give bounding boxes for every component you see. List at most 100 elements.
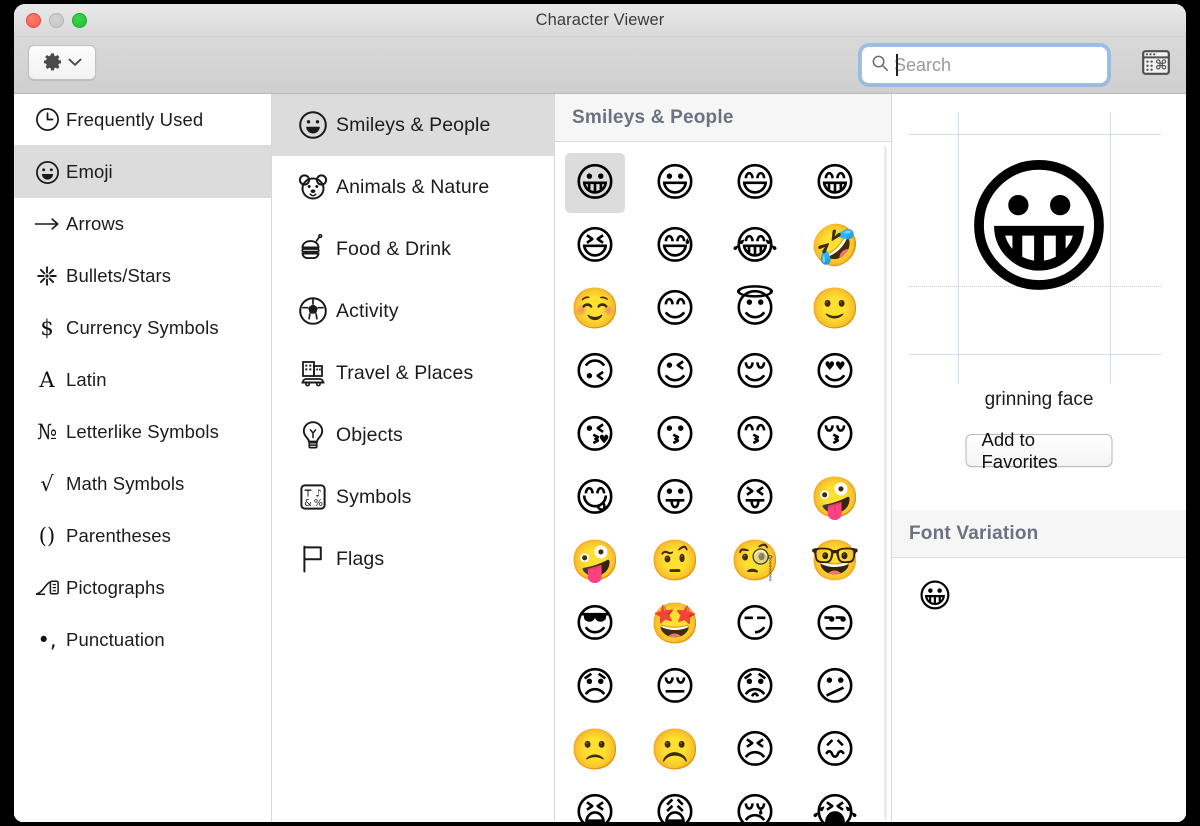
emoji-cell[interactable]: ☹️ [635,718,715,781]
sidebar-item-label: Bullets/Stars [66,265,171,287]
emoji-cell[interactable]: 😭 [795,781,875,822]
emoji-cell[interactable]: 😕 [795,655,875,718]
emoji-cell[interactable]: 😒 [795,592,875,655]
emoji-cell[interactable]: 🤪 [555,529,635,592]
emoji-cell[interactable]: 😏 [715,592,795,655]
sidebar-item-math-symbols[interactable]: √ Math Symbols [14,458,271,510]
emoji-cell[interactable]: 😇 [715,277,795,340]
emoji-cell[interactable]: 😢 [715,781,795,822]
emoji-cell[interactable]: 🧐 [715,529,795,592]
sidebar-item-emoji[interactable]: Emoji [14,146,271,198]
city-car-icon [289,358,336,388]
clock-icon [28,107,66,132]
svg-text:⌘: ⌘ [1155,57,1168,73]
emoji-cell[interactable]: 🤪 [795,466,875,529]
punctuation-icon: •, [28,630,66,651]
emoji-glyph: 🤪 [565,531,625,591]
emoji-cell[interactable]: 😞 [555,655,635,718]
emoji-cell[interactable]: 🙃 [555,340,635,403]
emoji-cell[interactable]: 😎 [555,592,635,655]
emoji-glyph: 😂 [725,216,785,276]
emoji-glyph: 😩 [645,783,705,823]
sidebar-item-letterlike-symbols[interactable]: № Letterlike Symbols [14,406,271,458]
main-content: Frequently Used Emoji [14,94,1186,822]
emoji-cell[interactable]: 😄 [715,151,795,214]
letter-a-icon: A [28,370,66,391]
add-to-favorites-button[interactable]: Add to Favorites [966,434,1113,467]
sidebar-item-currency-symbols[interactable]: $ Currency Symbols [14,302,271,354]
emoji-cell[interactable]: 😛 [635,466,715,529]
category-item-flags[interactable]: Flags [272,528,554,590]
emoji-grid: 😀😃😄😁😆😅😂🤣☺️😊😇🙂🙃😉😌😍😘😗😙😚😋😛😝🤪🤪🤨🧐🤓😎🤩😏😒😞😔😟😕🙁☹️… [555,142,891,822]
emoji-cell[interactable]: 🤓 [795,529,875,592]
sidebar-item-punctuation[interactable]: •, Punctuation [14,614,271,666]
category-item-travel-and-places[interactable]: Travel & Places [272,342,554,404]
emoji-cell[interactable]: 🤩 [635,592,715,655]
emoji-cell[interactable]: ☺️ [555,277,635,340]
emoji-glyph: 😊 [645,279,705,339]
search-input[interactable] [894,55,1098,76]
sidebar-item-latin[interactable]: A Latin [14,354,271,406]
emoji-cell[interactable]: 🤣 [795,214,875,277]
sidebar-item-bullets-stars[interactable]: Bullets/Stars [14,250,271,302]
emoji-cell[interactable]: 😔 [635,655,715,718]
sidebar-item-parentheses[interactable]: () Parentheses [14,510,271,562]
emoji-glyph: 🙁 [565,720,625,780]
emoji-cell[interactable]: 🤨 [635,529,715,592]
search-field[interactable] [861,46,1108,84]
emoji-cell[interactable]: 😁 [795,151,875,214]
emoji-cell[interactable]: 😚 [795,403,875,466]
emoji-cell[interactable]: 😙 [715,403,795,466]
dollar-sign-icon: $ [28,318,66,339]
sidebar-item-arrows[interactable]: Arrows [14,198,271,250]
emoji-cell[interactable]: 😋 [555,466,635,529]
emoji-cell[interactable]: 😀 [555,151,635,214]
emoji-cell[interactable]: 😉 [635,340,715,403]
settings-gear-button[interactable] [28,45,96,80]
emoji-cell[interactable]: 😘 [555,403,635,466]
sidebar-item-label: Parentheses [66,525,171,547]
emoji-glyph: 😕 [805,657,865,717]
emoji-row: 😘😗😙😚 [555,403,891,466]
text-cursor [896,54,898,76]
emoji-cell[interactable]: 😊 [635,277,715,340]
emoji-row: 😎🤩😏😒 [555,592,891,655]
emoji-cell[interactable]: 😣 [715,718,795,781]
emoji-cell[interactable]: 😖 [795,718,875,781]
emoji-cell[interactable]: 😟 [715,655,795,718]
numero-sign-icon: № [28,422,66,443]
emoji-glyph: 😆 [565,216,625,276]
category-item-symbols[interactable]: T ♪ & % Symbols [272,466,554,528]
category-item-objects[interactable]: Objects [272,404,554,466]
emoji-glyph: 😟 [725,657,785,717]
emoji-cell[interactable]: 🙁 [555,718,635,781]
category-item-activity[interactable]: Activity [272,280,554,342]
emoji-cell[interactable]: 😝 [715,466,795,529]
emoji-cell[interactable]: 😆 [555,214,635,277]
emoji-grid-scrollbar[interactable] [882,146,889,820]
emoji-cell[interactable]: 😍 [795,340,875,403]
emoji-cell[interactable]: 😩 [635,781,715,822]
emoji-glyph: 😞 [565,657,625,717]
bear-face-icon [289,173,336,201]
window-title: Character Viewer [14,4,1186,37]
emoji-cell[interactable]: 😃 [635,151,715,214]
emoji-cell[interactable]: 🙂 [795,277,875,340]
search-field-container[interactable] [861,46,1108,84]
sidebar-item-label: Latin [66,369,107,391]
category-item-smileys-and-people[interactable]: Smileys & People [272,94,554,156]
character-palette-button[interactable]: ⌘ [1140,50,1172,79]
category-item-animals-and-nature[interactable]: Animals & Nature [272,156,554,218]
font-variation-cell[interactable]: 😀 [909,572,961,618]
sidebar-item-frequently-used[interactable]: Frequently Used [14,94,271,146]
emoji-category-list: Smileys & People Animals & Nature [272,94,555,822]
emoji-cell[interactable]: 😫 [555,781,635,822]
sidebar-item-label: Punctuation [66,629,165,651]
emoji-row: 😆😅😂🤣 [555,214,891,277]
sidebar-item-pictographs[interactable]: Pictographs [14,562,271,614]
emoji-cell[interactable]: 😗 [635,403,715,466]
category-item-food-and-drink[interactable]: Food & Drink [272,218,554,280]
emoji-cell[interactable]: 😌 [715,340,795,403]
emoji-cell[interactable]: 😅 [635,214,715,277]
emoji-cell[interactable]: 😂 [715,214,795,277]
